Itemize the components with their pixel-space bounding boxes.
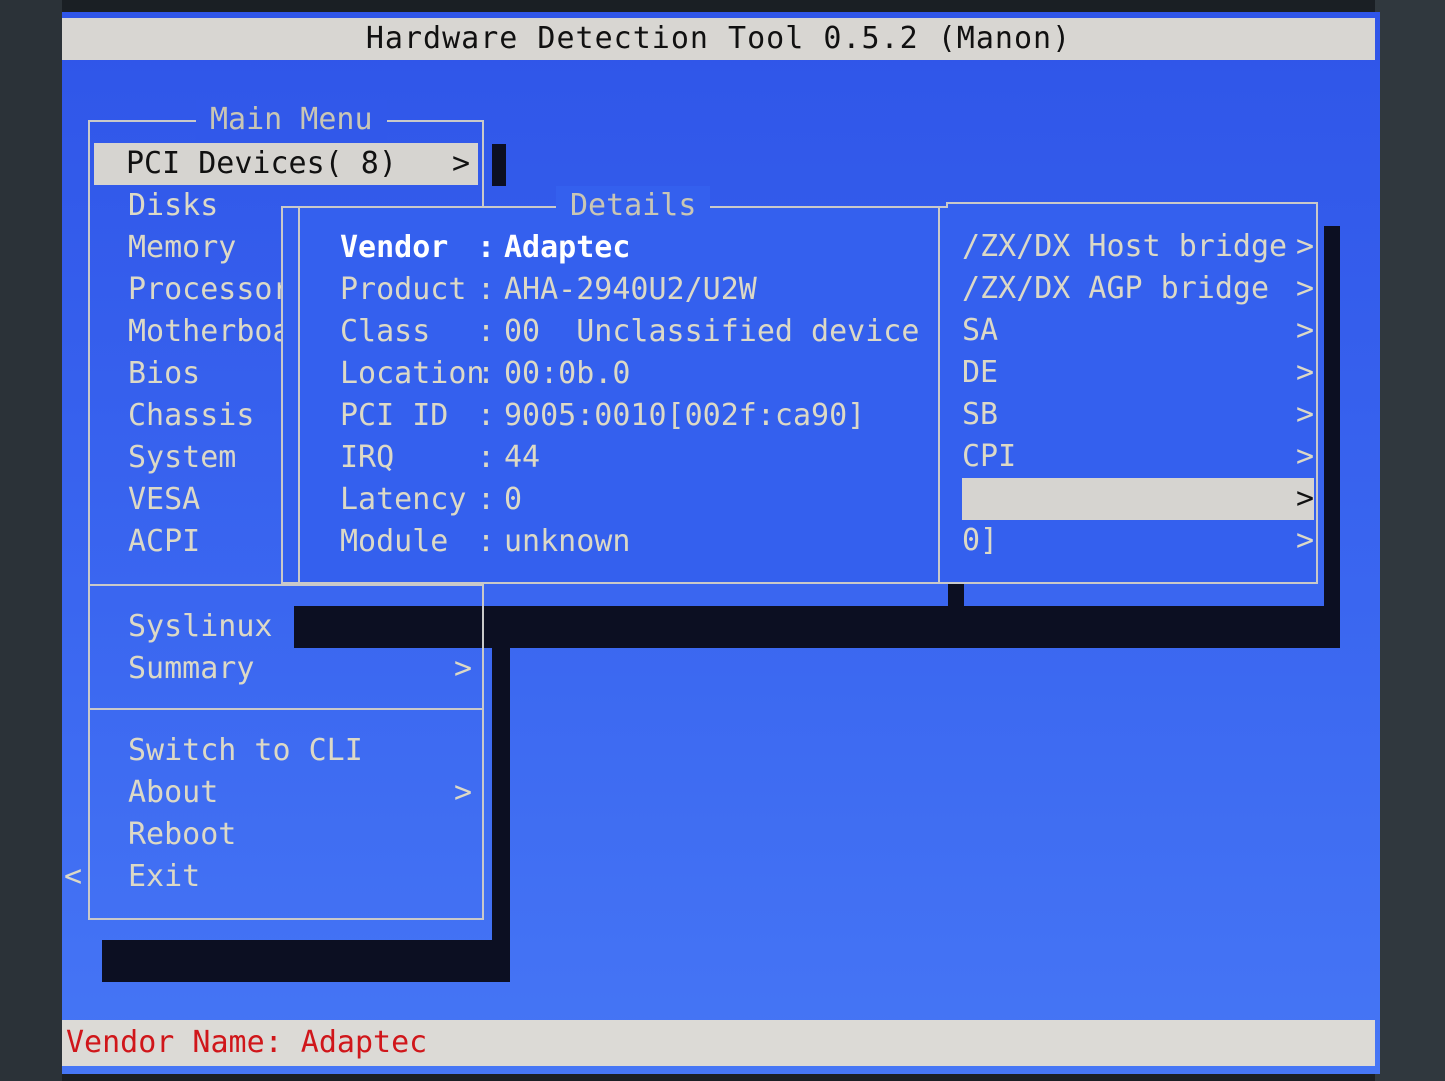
pci-list-shadow-right xyxy=(1324,226,1340,648)
main-menu-item-pci-devices-8[interactable]: PCI Devices( 8) > xyxy=(94,143,478,185)
chevron-right-icon: > xyxy=(1295,229,1314,264)
pci-device-item[interactable]: /ZX/DX AGP bridge > xyxy=(962,268,1314,310)
chevron-right-icon: > xyxy=(1295,355,1314,390)
main-menu-divider-1 xyxy=(90,584,482,586)
menu-item-label: Disks xyxy=(128,188,219,223)
monitor-bezel-right xyxy=(1375,0,1445,1081)
detail-row-irq: IRQ:44 xyxy=(340,437,920,479)
detail-row-product: Product: AHA-2940U2/U2W xyxy=(340,269,920,311)
main-menu-item-summary[interactable]: Summary > xyxy=(90,648,473,690)
main-menu-item-reboot[interactable]: Reboot xyxy=(90,814,470,856)
detail-value: 9005:0010[002f:ca90] xyxy=(504,398,866,433)
monitor-bezel-left xyxy=(0,0,62,1081)
pci-device-item[interactable]: SB > xyxy=(962,394,1314,436)
detail-separator: : xyxy=(477,272,496,307)
detail-value: 00 Unclassified device xyxy=(504,314,920,349)
pci-device-item[interactable]: SA > xyxy=(962,310,1314,352)
menu-item-label: Switch to CLI xyxy=(128,733,363,768)
detail-row-location: Location:00:0b.0 xyxy=(340,353,920,395)
pci-device-item[interactable]: /ZX/DX Host bridge > xyxy=(962,226,1314,268)
main-menu-item-about[interactable]: About > xyxy=(90,772,473,814)
pci-device-label: SB xyxy=(962,397,999,432)
pci-device-label: /ZX/DX AGP bridge xyxy=(962,271,1270,306)
pci-device-label: CPI xyxy=(962,439,1017,474)
pci-device-item[interactable]: CPI > xyxy=(962,436,1314,478)
pci-device-item[interactable]: DE > xyxy=(962,352,1314,394)
detail-separator: : xyxy=(477,356,496,391)
chevron-right-icon: > xyxy=(454,775,473,810)
detail-row-vendor: Vendor: Adaptec xyxy=(340,227,920,269)
menu-item-label: About xyxy=(128,775,219,810)
detail-key: Product xyxy=(340,272,467,307)
detail-separator: : xyxy=(477,230,496,265)
detail-separator: : xyxy=(477,314,496,349)
detail-key: Vendor xyxy=(340,230,449,265)
detail-separator: : xyxy=(477,482,496,517)
chevron-right-icon: > xyxy=(1295,397,1314,432)
detail-value: unknown xyxy=(504,524,631,559)
details-title: Details xyxy=(556,186,711,226)
status-bar: Vendor Name: Adaptec xyxy=(62,1020,1375,1066)
main-menu-divider-2 xyxy=(90,708,482,710)
detail-key: PCI ID xyxy=(340,398,449,433)
menu-item-label: PCI Devices( 8) xyxy=(126,146,397,181)
main-menu-item-exit[interactable]: < Exit xyxy=(64,856,470,898)
detail-key: IRQ xyxy=(340,440,395,475)
menu-item-label: Motherboa xyxy=(128,314,291,349)
main-menu-item-switch-to-cli[interactable]: Switch to CLI xyxy=(90,730,470,772)
pci-device-label: 0] xyxy=(962,523,999,558)
detail-key: Location xyxy=(340,356,485,391)
detail-row-latency: Latency:0 xyxy=(340,479,920,521)
detail-key: Latency xyxy=(340,482,467,517)
menu-item-label: Exit xyxy=(128,859,201,894)
menu-item-label: System xyxy=(128,440,237,475)
pci-device-item[interactable]: 0] > xyxy=(962,520,1314,562)
detail-separator: : xyxy=(477,524,496,559)
pci-device-label: DE xyxy=(962,355,999,390)
back-arrow-icon: < xyxy=(64,859,83,894)
main-menu-item-syslinux[interactable]: Syslinux xyxy=(90,606,470,648)
detail-separator: : xyxy=(477,398,496,433)
chevron-right-icon: > xyxy=(1295,271,1314,306)
chevron-right-icon: > xyxy=(1295,481,1314,516)
detail-separator: : xyxy=(477,440,496,475)
menu-item-label: VESA xyxy=(128,482,201,517)
menu-item-label: Summary xyxy=(128,651,255,686)
menu-item-label: Memory xyxy=(128,230,237,265)
detail-key: Class xyxy=(340,314,431,349)
detail-row-class: Class:00 Unclassified device xyxy=(340,311,920,353)
menu-item-label: Bios xyxy=(128,356,201,391)
console-screen: Hardware Detection Tool 0.5.2 (Manon) Ma… xyxy=(62,12,1380,1074)
menu-item-label: Processor xyxy=(128,272,291,307)
detail-key: Module xyxy=(340,524,449,559)
menu-item-label: Reboot xyxy=(128,817,237,852)
chevron-right-icon: > xyxy=(452,146,471,181)
chevron-right-icon: > xyxy=(454,651,473,686)
detail-value: 0 xyxy=(504,482,523,517)
menu-item-label: Syslinux xyxy=(128,609,273,644)
detail-row-pci-id: PCI ID:9005:0010[002f:ca90] xyxy=(340,395,920,437)
text-cursor xyxy=(492,144,506,186)
detail-value: AHA-2940U2/U2W xyxy=(504,272,757,307)
title-bar: Hardware Detection Tool 0.5.2 (Manon) xyxy=(62,18,1375,60)
detail-value: Adaptec xyxy=(504,230,631,265)
detail-value: 00:0b.0 xyxy=(504,356,631,391)
pci-device-label: SA xyxy=(962,313,999,348)
pci-device-item[interactable]: > xyxy=(962,478,1314,520)
main-menu-title: Main Menu xyxy=(196,100,387,140)
menu-item-label: Chassis xyxy=(128,398,255,433)
chevron-right-icon: > xyxy=(1295,523,1314,558)
chevron-right-icon: > xyxy=(1295,439,1314,474)
main-menu-shadow-bottom xyxy=(102,940,508,982)
detail-row-module: Module: unknown xyxy=(340,521,920,563)
chevron-right-icon: > xyxy=(1295,313,1314,348)
pci-device-label: /ZX/DX Host bridge xyxy=(962,229,1288,264)
menu-item-label: ACPI xyxy=(128,524,201,559)
detail-value: 44 xyxy=(504,440,541,475)
main-menu-shadow-right xyxy=(492,648,510,982)
